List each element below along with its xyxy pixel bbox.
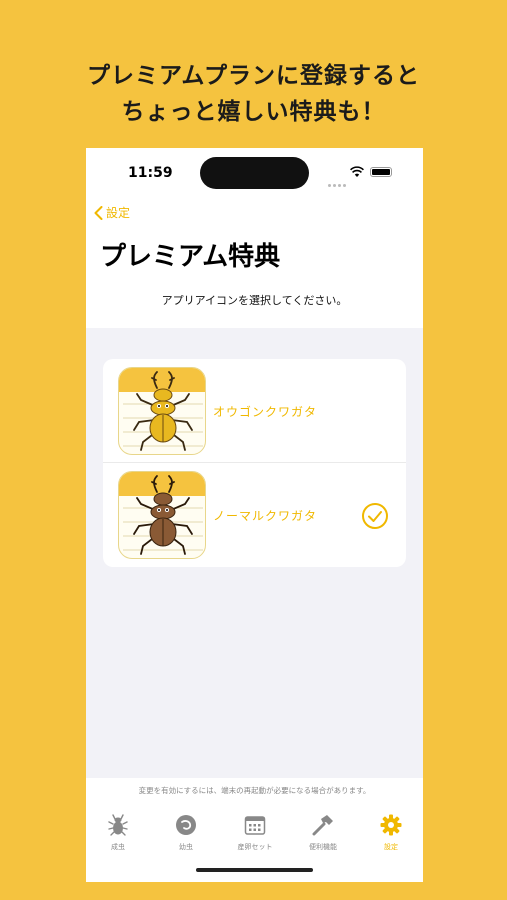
icon-option-label: オウゴンクワガタ	[213, 405, 318, 419]
tab-label: 産卵セット	[237, 843, 273, 851]
tab-tools[interactable]: 便利機能	[293, 814, 353, 852]
tab-larva[interactable]: 幼虫	[156, 814, 216, 852]
tab-settings[interactable]: 設定	[361, 814, 421, 852]
wifi-icon	[350, 166, 364, 177]
page-title: プレミアム特典	[100, 242, 281, 272]
dynamic-island	[200, 157, 309, 189]
back-button[interactable]: 設定	[94, 204, 130, 221]
battery-icon	[370, 167, 392, 177]
hammer-icon	[312, 815, 333, 836]
tab-bar: 成虫 幼虫 産卵セット 便利機能 設定	[86, 808, 423, 858]
headline-line-2: ちょっと嬉しい特典も！	[121, 99, 386, 125]
larva-icon	[176, 815, 196, 835]
golden-beetle-app-icon	[118, 367, 206, 455]
phone-screen: 11:59 設定 プレミアム特典 アプリアイコンを選択してください。 オウゴンク…	[86, 148, 423, 882]
tab-label: 設定	[384, 843, 398, 851]
status-bar: 11:59	[86, 148, 423, 196]
tab-label: 便利機能	[309, 843, 337, 851]
icon-option-golden[interactable]: オウゴンクワガタ	[103, 359, 406, 463]
icon-option-normal[interactable]: ノーマルクワガタ	[103, 463, 406, 567]
icon-option-list: オウゴンクワガタ ノーマルクワガタ	[103, 359, 406, 567]
tab-label: 成虫	[111, 843, 125, 851]
chevron-left-icon	[94, 205, 103, 220]
checkmark-circle-icon	[362, 503, 388, 529]
page-subtitle: アプリアイコンを選択してください。	[161, 294, 348, 307]
headline-line-1: プレミアムプランに登録すると	[86, 63, 420, 89]
gear-icon	[380, 814, 402, 836]
back-label: 設定	[106, 206, 131, 220]
icon-option-label: ノーマルクワガタ	[213, 509, 318, 523]
signal-icon	[328, 172, 348, 191]
status-time: 11:59	[128, 165, 173, 181]
tab-adult[interactable]: 成虫	[88, 814, 148, 852]
calendar-icon	[244, 816, 266, 835]
beetle-icon	[108, 814, 128, 836]
tab-label: 幼虫	[179, 843, 193, 851]
normal-beetle-app-icon	[118, 471, 206, 559]
tab-egg-set[interactable]: 産卵セット	[225, 814, 285, 852]
home-indicator	[196, 868, 313, 872]
restart-note: 変更を有効にするには、端末の再起動が必要になる場合があります。	[138, 786, 371, 795]
